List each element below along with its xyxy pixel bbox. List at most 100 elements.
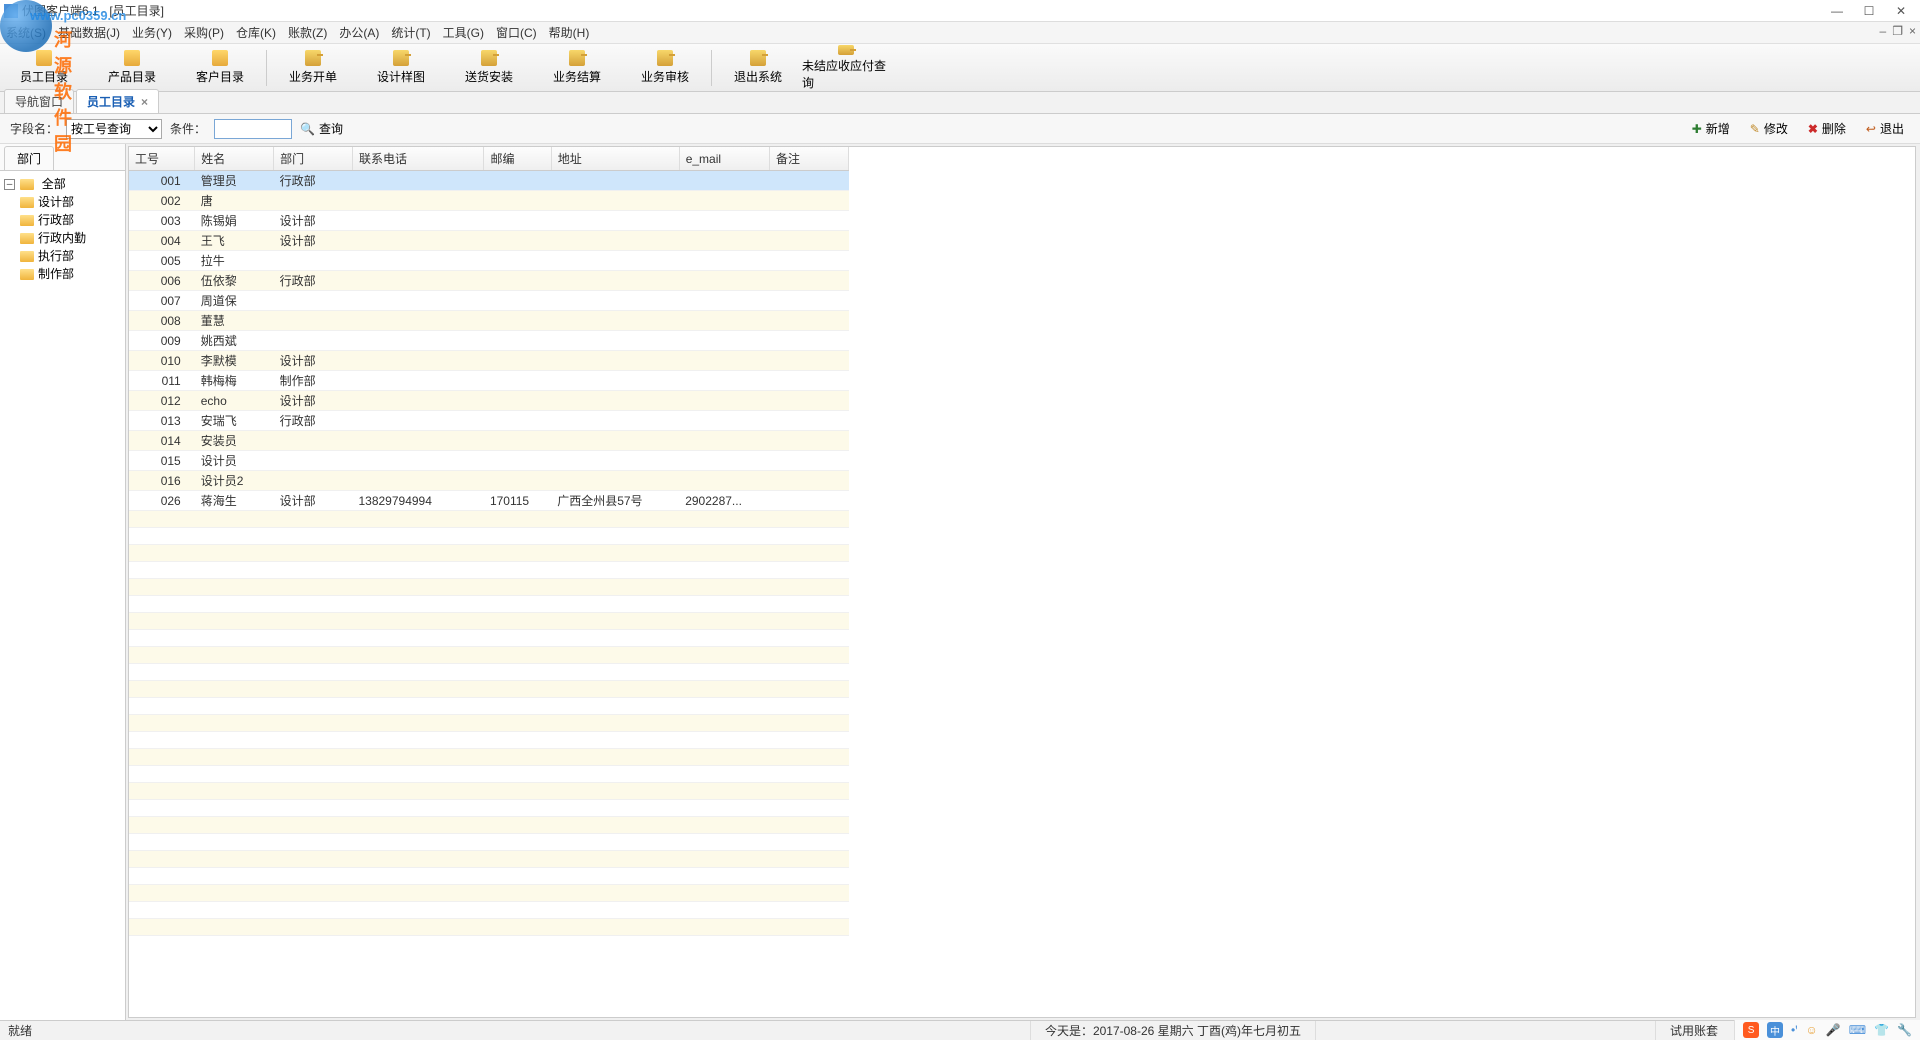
status-bar: 就绪 今天是：2017-08-26 星期六 丁酉(鸡)年七月初五 试用账套	[0, 1020, 1920, 1040]
table-row[interactable]: 011韩梅梅制作部	[129, 371, 849, 391]
ime-emoji-icon[interactable]: ☺	[1806, 1023, 1818, 1037]
new-button[interactable]: ✚新增	[1686, 118, 1736, 139]
menu-4[interactable]: 仓库(K)	[236, 24, 276, 41]
cell: 行政部	[274, 411, 353, 431]
tab-close-icon[interactable]: ×	[141, 95, 148, 109]
menu-1[interactable]: 基础数据(J)	[58, 24, 120, 41]
col-部门[interactable]: 部门	[274, 147, 353, 171]
exit-button[interactable]: ↩退出	[1860, 118, 1910, 139]
menu-2[interactable]: 业务(Y)	[132, 24, 172, 41]
tree-node-设计部[interactable]: 设计部	[20, 193, 123, 211]
col-备注[interactable]: 备注	[770, 147, 849, 171]
maximize-button[interactable]: ☐	[1862, 4, 1876, 18]
menu-9[interactable]: 窗口(C)	[496, 24, 537, 41]
col-姓名[interactable]: 姓名	[195, 147, 274, 171]
tree-node-行政部[interactable]: 行政部	[20, 211, 123, 229]
toolbar-退出系统[interactable]: 退出系统	[714, 45, 802, 91]
cell	[770, 251, 849, 271]
minimize-button[interactable]: —	[1830, 4, 1844, 18]
delete-button[interactable]: ✖删除	[1802, 118, 1852, 139]
tab-导航窗口[interactable]: 导航窗口	[4, 89, 74, 113]
status-ready: 就绪	[8, 1022, 32, 1039]
edit-button[interactable]: ✎修改	[1744, 118, 1794, 139]
menu-0[interactable]: 系统(S)	[6, 24, 46, 41]
ime-settings-icon[interactable]: 🔧	[1897, 1023, 1912, 1037]
toolbar-业务审核[interactable]: 业务审核	[621, 45, 709, 91]
cell	[484, 451, 551, 471]
table-row[interactable]: 003陈锡娟设计部	[129, 211, 849, 231]
table-row-empty	[129, 817, 849, 834]
ime-zhong-icon[interactable]: 中	[1767, 1022, 1783, 1038]
tree-tab[interactable]: 部门	[4, 146, 54, 171]
employee-grid[interactable]: 工号姓名部门联系电话邮编地址e_mail备注 001管理员行政部002唐003陈…	[128, 146, 1916, 1018]
cell	[484, 271, 551, 291]
toolbar-未结应收应付查询[interactable]: 未结应收应付查询	[802, 45, 890, 91]
menu-8[interactable]: 工具(G)	[443, 24, 484, 41]
toolbar-业务开单[interactable]: 业务开单	[269, 45, 357, 91]
menu-5[interactable]: 账款(Z)	[288, 24, 327, 41]
table-row[interactable]: 009姚西斌	[129, 331, 849, 351]
search-icon: 🔍	[300, 122, 315, 136]
cell: 制作部	[274, 371, 353, 391]
tree-root[interactable]: – 全部 设计部行政部行政内勤执行部制作部	[4, 175, 123, 283]
plus-icon: ✚	[1692, 122, 1702, 136]
table-row-empty	[129, 851, 849, 868]
table-row[interactable]: 026蒋海生设计部13829794994170115广西全州县57号290228…	[129, 491, 849, 511]
folder-icon	[20, 179, 34, 190]
ime-keyboard-icon[interactable]: ⌨	[1849, 1023, 1866, 1037]
condition-input[interactable]	[214, 119, 292, 139]
cell	[274, 331, 353, 351]
table-row[interactable]: 013安瑞飞行政部	[129, 411, 849, 431]
table-row[interactable]: 008董慧	[129, 311, 849, 331]
menu-3[interactable]: 采购(P)	[184, 24, 224, 41]
ime-punct-icon[interactable]: •ꞌ	[1791, 1023, 1798, 1037]
table-row[interactable]: 001管理员行政部	[129, 171, 849, 191]
toolbar-设计样图[interactable]: 设计样图	[357, 45, 445, 91]
table-row[interactable]: 010李默模设计部	[129, 351, 849, 371]
close-button[interactable]: ✕	[1894, 4, 1908, 18]
tab-员工目录[interactable]: 员工目录×	[76, 89, 159, 113]
cell	[484, 351, 551, 371]
ime-mic-icon[interactable]: 🎤	[1826, 1023, 1841, 1037]
table-row[interactable]: 012echo设计部	[129, 391, 849, 411]
table-row[interactable]: 007周道保	[129, 291, 849, 311]
tree-node-制作部[interactable]: 制作部	[20, 265, 123, 283]
col-邮编[interactable]: 邮编	[484, 147, 551, 171]
cell: 广西全州县57号	[551, 491, 679, 511]
ime-person-icon[interactable]: 👕	[1874, 1023, 1889, 1037]
table-row[interactable]: 016设计员2	[129, 471, 849, 491]
query-button[interactable]: 🔍 查询	[300, 120, 343, 137]
table-row-empty	[129, 868, 849, 885]
tree-node-执行部[interactable]: 执行部	[20, 247, 123, 265]
toolbar-客户目录[interactable]: 客户目录	[176, 45, 264, 91]
menu-10[interactable]: 帮助(H)	[549, 24, 590, 41]
menu-7[interactable]: 统计(T)	[391, 24, 430, 41]
toolbar-送货安装[interactable]: 送货安装	[445, 45, 533, 91]
table-row[interactable]: 015设计员	[129, 451, 849, 471]
col-地址[interactable]: 地址	[551, 147, 679, 171]
cell: 王飞	[195, 231, 274, 251]
col-e_mail[interactable]: e_mail	[679, 147, 769, 171]
col-工号[interactable]: 工号	[129, 147, 195, 171]
sogou-icon[interactable]: S	[1743, 1022, 1759, 1038]
field-select[interactable]: 按工号查询	[66, 119, 162, 139]
toolbar-业务结算[interactable]: 业务结算	[533, 45, 621, 91]
cell: 设计部	[274, 231, 353, 251]
cell	[352, 231, 483, 251]
collapse-icon[interactable]: –	[4, 179, 15, 190]
table-row[interactable]: 004王飞设计部	[129, 231, 849, 251]
table-row[interactable]: 005拉牛	[129, 251, 849, 271]
cell	[484, 391, 551, 411]
table-row[interactable]: 006伍依黎行政部	[129, 271, 849, 291]
col-联系电话[interactable]: 联系电话	[352, 147, 483, 171]
table-row[interactable]: 014安装员	[129, 431, 849, 451]
tree-node-行政内勤[interactable]: 行政内勤	[20, 229, 123, 247]
mdi-minimize[interactable]: –	[1880, 24, 1887, 38]
cell	[551, 471, 679, 491]
toolbar-产品目录[interactable]: 产品目录	[88, 45, 176, 91]
mdi-close[interactable]: ×	[1909, 24, 1916, 38]
menu-6[interactable]: 办公(A)	[339, 24, 379, 41]
toolbar-员工目录[interactable]: 员工目录	[0, 45, 88, 91]
mdi-restore[interactable]: ❐	[1892, 24, 1903, 38]
table-row[interactable]: 002唐	[129, 191, 849, 211]
